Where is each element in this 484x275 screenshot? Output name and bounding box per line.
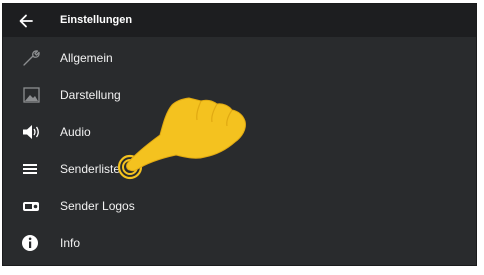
list-icon <box>23 164 37 174</box>
header-bar: Einstellungen <box>3 4 476 37</box>
menu-item-label: Senderliste <box>60 162 121 176</box>
menu-item-label: Allgemein <box>60 51 113 65</box>
menu-item-darstellung[interactable]: Darstellung <box>3 77 476 114</box>
page-title: Einstellungen <box>60 14 133 26</box>
menu-item-allgemein[interactable]: Allgemein <box>3 40 476 77</box>
settings-screen: Einstellungen Allgemein Darstellung Audi… <box>2 3 477 266</box>
speaker-icon <box>23 125 39 139</box>
menu-item-label: Darstellung <box>60 88 121 102</box>
menu-item-info[interactable]: Info <box>3 225 476 262</box>
menu-item-label: Info <box>60 236 81 250</box>
menu-item-sender-logos[interactable]: Sender Logos <box>3 188 476 225</box>
image-icon <box>23 87 40 103</box>
menu-item-audio[interactable]: Audio <box>3 114 476 151</box>
menu-item-senderliste[interactable]: Senderliste <box>3 151 476 188</box>
arrow-left-icon[interactable] <box>17 12 35 30</box>
device-frame: Einstellungen Allgemein Darstellung Audi… <box>0 0 484 275</box>
info-icon <box>22 235 38 251</box>
menu-item-label: Sender Logos <box>60 199 135 213</box>
wrench-icon <box>23 50 40 66</box>
menu-item-label: Audio <box>60 125 91 139</box>
radio-logo-icon <box>23 202 39 211</box>
